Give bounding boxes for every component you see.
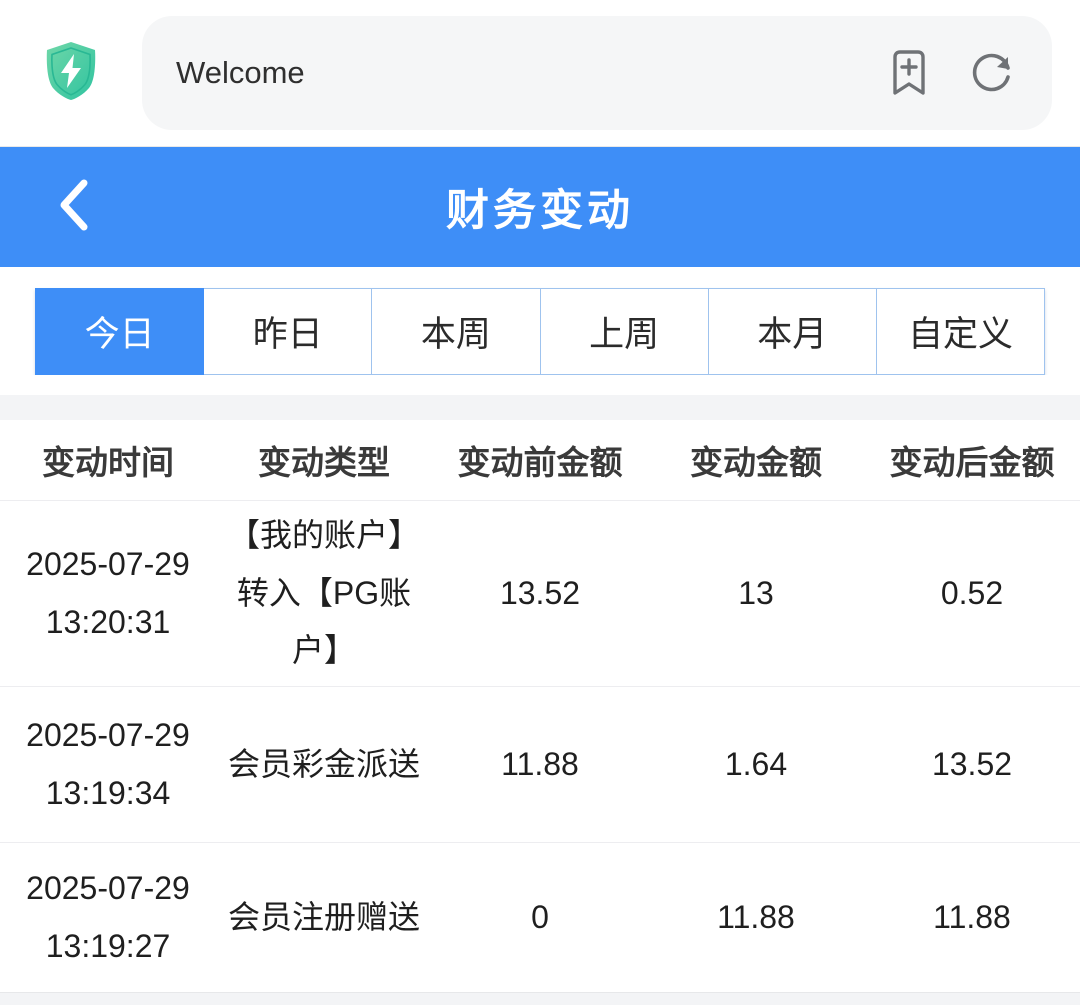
refresh-icon[interactable] (968, 49, 1016, 97)
cell-change-time: 2025-07-29 13:19:27 (0, 860, 216, 975)
col-header-amount-before: 变动前金额 (432, 436, 648, 484)
cell-change-type: 会员注册赠送 (216, 889, 432, 947)
tab-this-month[interactable]: 本月 (709, 288, 877, 375)
bottom-divider (0, 992, 1080, 1005)
address-bar[interactable]: Welcome (142, 16, 1052, 130)
cell-change-type: 会员彩金派送 (216, 736, 432, 794)
cell-change-amount: 13 (648, 565, 864, 623)
browser-toolbar: Welcome (0, 0, 1080, 147)
site-icon-button[interactable] (0, 40, 142, 107)
cell-change-type: 【我的账户】转入【PG账户】 (216, 507, 432, 680)
table-row: 2025-07-29 13:20:31 【我的账户】转入【PG账户】 13.52… (0, 500, 1080, 686)
spacer (0, 375, 1080, 395)
col-header-change-type: 变动类型 (216, 436, 432, 484)
address-bar-actions (886, 49, 1016, 97)
cell-amount-after: 0.52 (864, 565, 1080, 623)
table-row: 2025-07-29 13:19:34 会员彩金派送 11.88 1.64 13… (0, 686, 1080, 842)
cell-amount-before: 13.52 (432, 565, 648, 623)
change-clock: 13:20:31 (6, 594, 210, 652)
address-text[interactable]: Welcome (176, 55, 886, 91)
chevron-left-icon (56, 177, 90, 238)
table-row: 2025-07-29 13:19:27 会员注册赠送 0 11.88 11.88 (0, 842, 1080, 992)
change-date: 2025-07-29 (6, 860, 210, 918)
col-header-amount-after: 变动后金额 (864, 436, 1080, 484)
cell-change-amount: 11.88 (648, 889, 864, 947)
cell-amount-before: 0 (432, 889, 648, 947)
tab-this-week[interactable]: 本周 (372, 288, 540, 375)
change-date: 2025-07-29 (6, 707, 210, 765)
cell-amount-after: 11.88 (864, 889, 1080, 947)
change-clock: 13:19:27 (6, 918, 210, 976)
cell-change-amount: 1.64 (648, 736, 864, 794)
change-date: 2025-07-29 (6, 536, 210, 594)
table-header-row: 变动时间 变动类型 变动前金额 变动金额 变动后金额 (0, 420, 1080, 500)
tab-yesterday[interactable]: 昨日 (204, 288, 372, 375)
screen: Welcome (0, 0, 1080, 1005)
cell-change-time: 2025-07-29 13:20:31 (0, 536, 216, 651)
cell-amount-after: 13.52 (864, 736, 1080, 794)
cell-change-time: 2025-07-29 13:19:34 (0, 707, 216, 822)
tab-today[interactable]: 今日 (35, 288, 204, 375)
section-divider (0, 395, 1080, 420)
col-header-change-time: 变动时间 (0, 436, 216, 484)
change-clock: 13:19:34 (6, 765, 210, 823)
page-title: 财务变动 (446, 176, 634, 238)
back-button[interactable] (38, 147, 108, 267)
col-header-change-amount: 变动金额 (648, 436, 864, 484)
bookmark-add-icon[interactable] (886, 49, 932, 97)
transactions-table: 变动时间 变动类型 变动前金额 变动金额 变动后金额 2025-07-29 13… (0, 420, 1080, 992)
tab-custom[interactable]: 自定义 (877, 288, 1045, 375)
tab-last-week[interactable]: 上周 (541, 288, 709, 375)
date-filter-tabs: 今日 昨日 本周 上周 本月 自定义 (35, 288, 1045, 375)
page-header: 财务变动 (0, 147, 1080, 267)
cell-amount-before: 11.88 (432, 736, 648, 794)
spacer (0, 267, 1080, 288)
shield-lightning-icon (43, 40, 99, 107)
